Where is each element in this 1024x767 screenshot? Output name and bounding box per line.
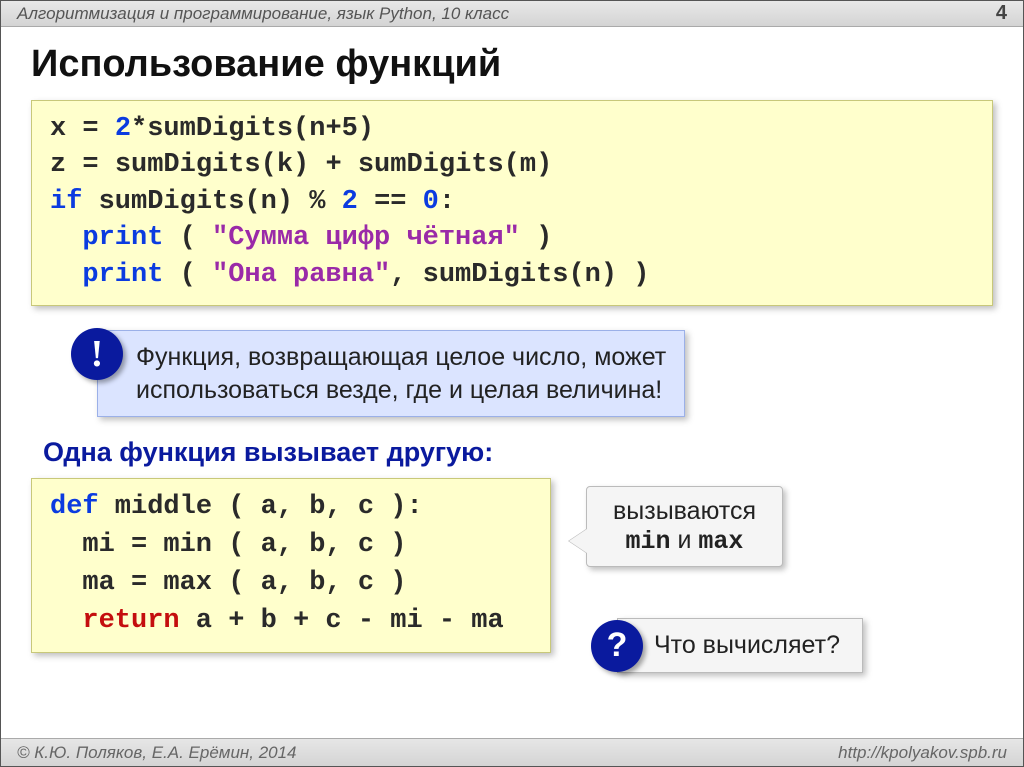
slide-title: Использование функций: [31, 43, 993, 86]
course-title: Алгоритмизация и программирование, язык …: [17, 4, 509, 24]
sub-heading: Одна функция вызывает другую:: [43, 437, 993, 468]
code-block-1: x = 2*sumDigits(n+5) z = sumDigits(k) + …: [31, 100, 993, 306]
question-icon: ?: [591, 620, 643, 672]
header-bar: Алгоритмизация и программирование, язык …: [1, 1, 1023, 27]
question-note: ? Что вычисляет?: [591, 618, 863, 673]
exclamation-icon: !: [71, 328, 123, 380]
question-box: Что вычисляет?: [617, 618, 863, 673]
code-line: print ( "Сумма цифр чётная" ): [50, 220, 974, 256]
callout-line: min и max: [613, 526, 756, 556]
footer-url: http://kpolyakov.spb.ru: [838, 743, 1007, 763]
code-line: z = sumDigits(k) + sumDigits(m): [50, 147, 974, 183]
callout-line: вызываются: [613, 497, 756, 526]
info-note-box: Функция, возвращающая целое число, может…: [97, 330, 685, 417]
callout-box: вызываются min и max: [586, 486, 783, 567]
page-number: 4: [996, 2, 1007, 25]
code-line: print ( "Она равна", sumDigits(n) ): [50, 257, 974, 293]
code-line: x = 2*sumDigits(n+5): [50, 111, 974, 147]
note-line: использоваться везде, где и целая величи…: [136, 374, 666, 407]
code-block-2: def middle ( a, b, c ): mi = min ( a, b,…: [31, 478, 551, 653]
code-line: ma = max ( a, b, c ): [50, 565, 532, 603]
note-line: Функция, возвращающая целое число, может: [136, 341, 666, 374]
footer-bar: © К.Ю. Поляков, Е.А. Ерёмин, 2014 http:/…: [1, 738, 1023, 766]
code-line: def middle ( a, b, c ):: [50, 489, 532, 527]
code-line: mi = min ( a, b, c ): [50, 527, 532, 565]
code-line: if sumDigits(n) % 2 == 0:: [50, 184, 974, 220]
callout-tail-icon: [569, 529, 587, 553]
info-note: ! Функция, возвращающая целое число, мож…: [71, 328, 993, 417]
footer-authors: © К.Ю. Поляков, Е.А. Ерёмин, 2014: [17, 743, 297, 763]
code-line: return a + b + c - mi - ma: [50, 603, 532, 641]
